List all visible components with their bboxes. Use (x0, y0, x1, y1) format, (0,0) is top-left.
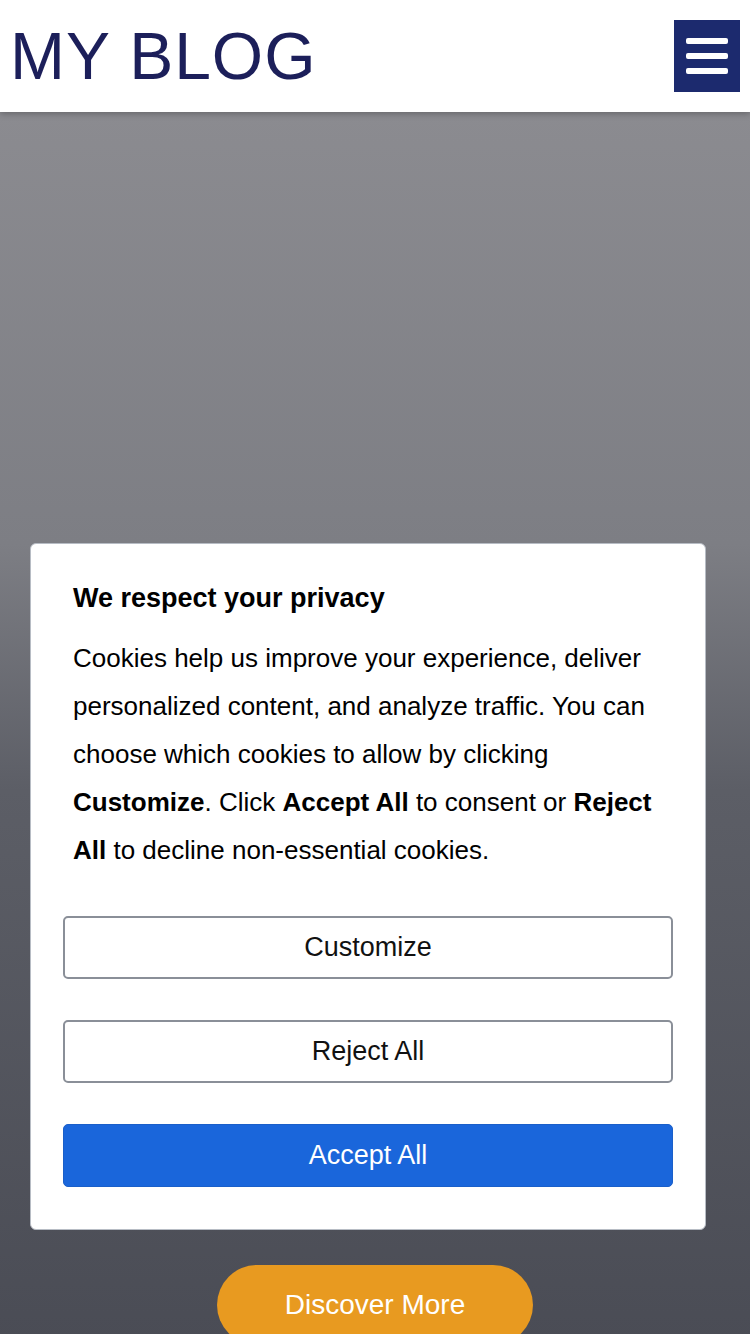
cookie-dialog-title: We respect your privacy (63, 580, 673, 616)
discover-more-button[interactable]: Discover More (217, 1265, 533, 1334)
menu-button[interactable] (674, 20, 740, 92)
site-header: MY BLOG (0, 0, 750, 112)
cookie-button[interactable]: Customize (63, 916, 673, 979)
cookie-button[interactable]: Accept All (63, 1124, 673, 1187)
cookie-dialog-text: Cookies help us improve your experience,… (63, 634, 673, 874)
hamburger-icon (686, 38, 728, 74)
cookie-button[interactable]: Reject All (63, 1020, 673, 1083)
cookie-dialog: We respect your privacy Cookies help us i… (30, 543, 706, 1230)
page: MY BLOG Discover More We respect your priv… (0, 0, 750, 1334)
site-logo[interactable]: MY BLOG (10, 23, 317, 89)
